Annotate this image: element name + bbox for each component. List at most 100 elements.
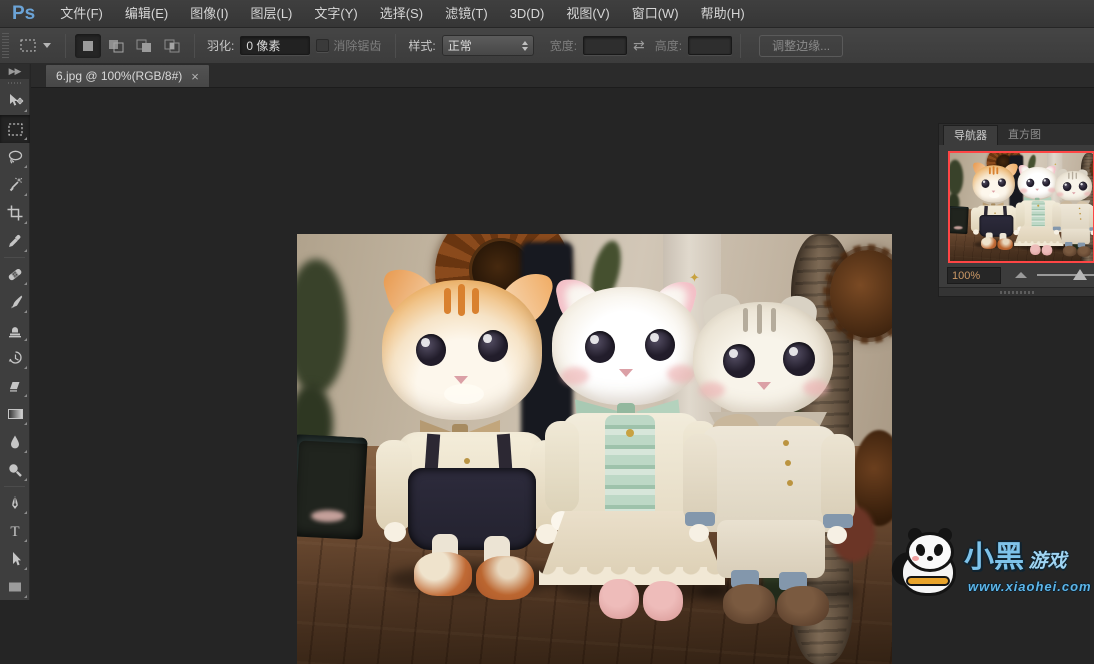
menu-help[interactable]: 帮助(H) <box>690 0 756 28</box>
style-dropdown[interactable]: 正常 <box>442 35 534 56</box>
cat-blush <box>1020 188 1027 193</box>
navigator-zoom-field[interactable]: 100% <box>947 267 1001 284</box>
rectangle-shape-tool[interactable] <box>0 573 30 601</box>
width-input[interactable] <box>583 36 627 55</box>
cat-paw <box>1090 230 1094 235</box>
document-tab-bar: 6.jpg @ 100%(RGB/8#) × <box>31 64 1094 88</box>
options-bar-grip[interactable] <box>2 33 9 59</box>
crop-tool[interactable] <box>0 199 30 227</box>
cat-shoe <box>1063 246 1077 257</box>
eyedropper-tool[interactable] <box>0 227 30 255</box>
cat-stripe <box>1076 173 1077 179</box>
dodge-icon <box>7 462 23 478</box>
rectangular-marquee-tool[interactable] <box>0 115 30 143</box>
cat-eye <box>645 329 675 361</box>
new-selection-button[interactable] <box>75 34 101 58</box>
brush-tool[interactable] <box>0 288 30 316</box>
photo[interactable]: ✦ <box>950 153 1094 263</box>
navigator-zoom-slider[interactable] <box>1037 268 1094 282</box>
cat-eye <box>998 178 1006 186</box>
cat-stripe <box>989 167 991 174</box>
cat-muzzle <box>989 193 1000 198</box>
pen-tool[interactable] <box>0 489 30 517</box>
watermark-url: www.xiaohei.com <box>968 579 1092 594</box>
eraser-tool[interactable] <box>0 372 30 400</box>
dodge-tool[interactable] <box>0 456 30 484</box>
document-tab[interactable]: 6.jpg @ 100%(RGB/8#) × <box>45 64 210 87</box>
cat-nose <box>757 382 771 390</box>
menu-layer[interactable]: 图层(L) <box>239 0 303 28</box>
menu-image[interactable]: 图像(I) <box>179 0 239 28</box>
swap-dimensions-icon[interactable]: ⇄ <box>633 37 645 54</box>
cat-arm <box>1016 203 1025 227</box>
cat-eye <box>1063 182 1071 191</box>
cat-arm <box>821 434 855 524</box>
canvas-pasteboard[interactable]: ✦ <box>31 88 1094 600</box>
photo-left-crate <box>950 206 969 234</box>
cat-boot <box>1030 244 1041 255</box>
menu-type[interactable]: 文字(Y) <box>303 0 368 28</box>
type-icon: T <box>8 523 22 539</box>
path-selection-tool[interactable] <box>0 545 30 573</box>
navigator-resize-grip[interactable] <box>939 287 1094 296</box>
cat-shoe <box>476 556 534 600</box>
menu-edit[interactable]: 编辑(E) <box>114 0 179 28</box>
eraser-icon <box>7 379 23 394</box>
cat-boot <box>599 579 639 619</box>
add-selection-button[interactable] <box>103 34 129 58</box>
blur-tool[interactable] <box>0 428 30 456</box>
history-brush-tool[interactable] <box>0 344 30 372</box>
cat-pendant <box>626 429 634 437</box>
cat-blush <box>1084 192 1091 196</box>
intersect-selection-button[interactable] <box>159 34 185 58</box>
refine-edge-button[interactable]: 调整边缘... <box>759 35 843 57</box>
menu-3d[interactable]: 3D(D) <box>499 0 556 28</box>
cat-blush <box>699 382 725 398</box>
zoom-out-icon[interactable] <box>1015 272 1027 278</box>
move-tool[interactable] <box>0 87 30 115</box>
spot-healing-brush-tool[interactable] <box>0 260 30 288</box>
cat-shorts <box>408 468 536 550</box>
cat-nose <box>1035 189 1039 191</box>
new-selection-icon <box>81 39 95 53</box>
tool-preset-picker[interactable] <box>13 36 57 56</box>
menu-select[interactable]: 选择(S) <box>369 0 434 28</box>
cat-stripe <box>996 167 998 174</box>
menu-window[interactable]: 窗口(W) <box>621 0 690 28</box>
brand-sub-text: 游戏 <box>1028 551 1066 572</box>
type-tool[interactable]: T <box>0 517 30 545</box>
tab-navigator[interactable]: 导航器 <box>943 125 998 145</box>
menu-view[interactable]: 视图(V) <box>555 0 620 28</box>
cat-paw <box>827 526 847 544</box>
healing-bandage-icon <box>6 266 24 283</box>
feather-input[interactable] <box>240 36 310 55</box>
separator <box>194 34 195 58</box>
menu-file[interactable]: 文件(F) <box>49 0 114 28</box>
photo-left-foliage <box>950 160 963 196</box>
tools-collapse-button[interactable]: ▶▶ <box>0 64 29 79</box>
clone-stamp-tool[interactable] <box>0 316 30 344</box>
navigator-proxy-view[interactable]: ✦ <box>948 151 1094 263</box>
gradient-tool[interactable] <box>0 400 30 428</box>
separator <box>65 34 66 58</box>
antialias-checkbox[interactable] <box>316 39 329 52</box>
subtract-selection-button[interactable] <box>131 34 157 58</box>
tab-histogram[interactable]: 直方图 <box>998 125 1051 145</box>
crop-icon <box>7 205 23 221</box>
close-tab-icon[interactable]: × <box>191 70 199 83</box>
feather-label: 羽化: <box>207 37 234 54</box>
document-title: 6.jpg @ 100%(RGB/8#) <box>56 69 182 83</box>
cat-eye <box>585 331 615 363</box>
slider-thumb[interactable] <box>1073 269 1087 280</box>
magic-wand-tool[interactable] <box>0 171 30 199</box>
menu-filter[interactable]: 滤镜(T) <box>434 0 499 28</box>
panda-logo <box>890 532 962 598</box>
cat-boot <box>1042 245 1053 256</box>
cat-paw <box>384 522 406 542</box>
height-input[interactable] <box>688 36 732 55</box>
lasso-tool[interactable] <box>0 143 30 171</box>
svg-text:T: T <box>10 524 19 539</box>
cat-muzzle <box>444 384 484 404</box>
tools-panel-grip[interactable] <box>0 79 29 87</box>
subtract-selection-icon <box>136 39 152 53</box>
